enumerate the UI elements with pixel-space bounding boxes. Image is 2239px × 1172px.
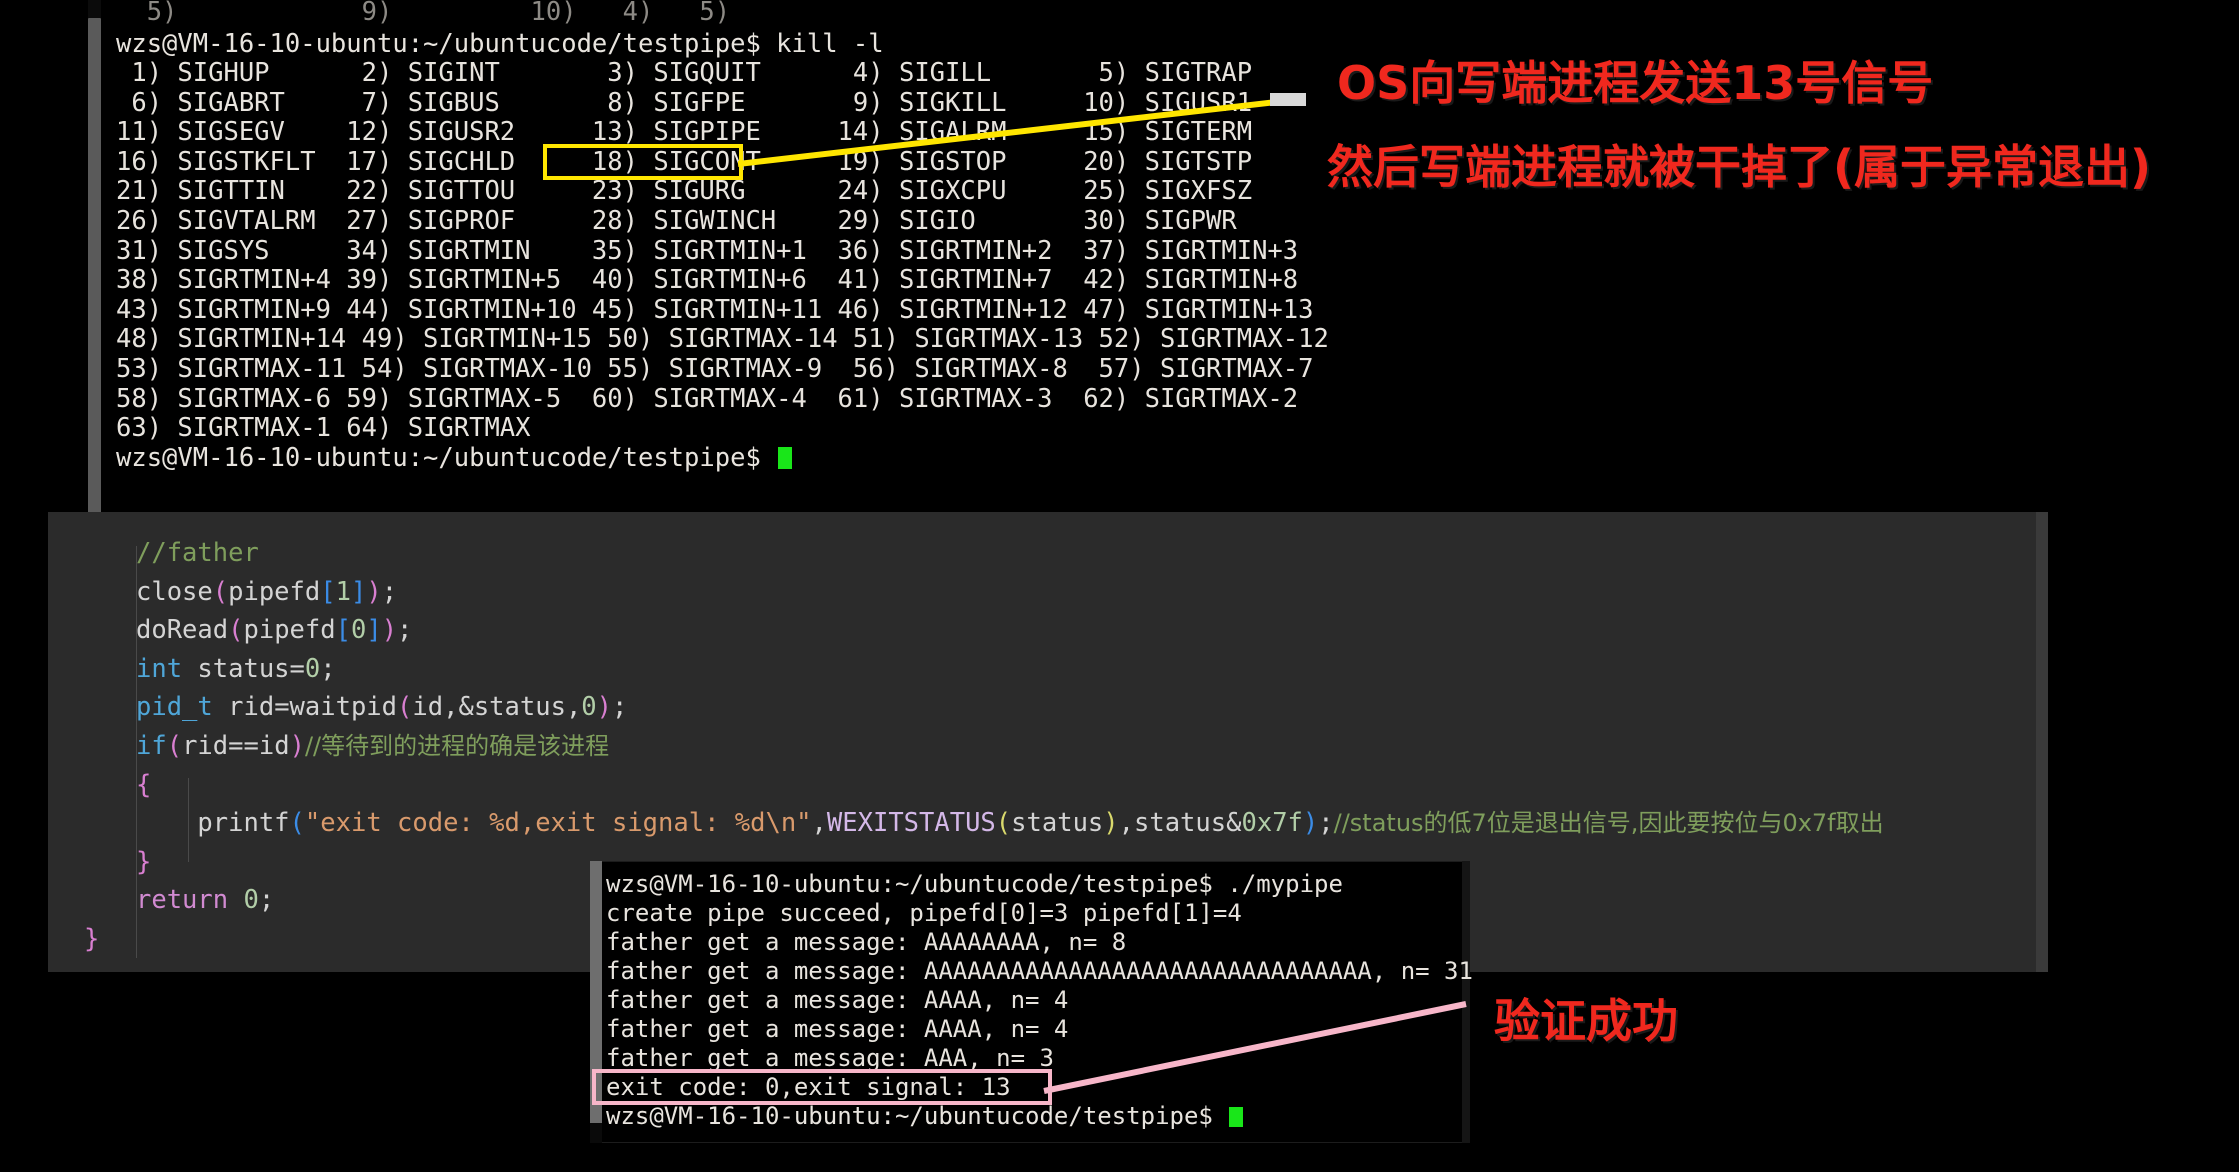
yellow-line-endcap	[1270, 93, 1306, 106]
pink-leader-line	[1043, 1001, 1467, 1094]
code-line[interactable]: //father	[136, 534, 1884, 573]
output-line: father get a message: AAAAAAAA, n= 8	[606, 928, 1127, 956]
sigpipe-highlight-box	[543, 144, 743, 180]
terminal-final-prompt-top: wzs@VM-16-10-ubuntu:~/ubuntucode/testpip…	[116, 443, 793, 474]
terminal-partial-line: 5) 9) 10) 4) 5)	[116, 0, 731, 27]
screenshot-root: 5) 9) 10) 4) 5) wzs@VM-16-10-ubuntu:~/ub…	[0, 0, 2239, 1172]
red-annotation-line-1: OS向写端进程发送13号信号	[1337, 56, 1934, 110]
output-line: father get a message: AAAAAAAAAAAAAAAAAA…	[606, 957, 1473, 985]
exit-code-highlight-box	[592, 1069, 1052, 1105]
terminal-cursor-top	[778, 447, 793, 469]
code-line[interactable]: if(rid==id)//等待到的进程的确是该进程	[136, 727, 1884, 766]
code-line[interactable]: pid_t rid=waitpid(id,&status,0);	[136, 688, 1884, 727]
code-line[interactable]: int status=0;	[136, 650, 1884, 689]
output-line: create pipe succeed, pipefd[0]=3 pipefd[…	[606, 899, 1242, 927]
output-line: wzs@VM-16-10-ubuntu:~/ubuntucode/testpip…	[606, 870, 1343, 898]
code-line[interactable]: close(pipefd[1]);	[136, 573, 1884, 612]
code-line[interactable]: {	[136, 766, 1884, 805]
editor-scrollbar[interactable]	[2036, 512, 2048, 972]
signal-list-terminal[interactable]: 5) 9) 10) 4) 5) wzs@VM-16-10-ubuntu:~/ub…	[0, 0, 2239, 512]
red-annotation-line-2: 然后写端进程就被干掉了(属于异常退出)	[1327, 140, 2152, 194]
red-annotation-verify-success: 验证成功	[1494, 994, 1678, 1048]
terminal-scrollbar-thumb[interactable]	[88, 18, 101, 512]
code-line[interactable]: printf("exit code: %d,exit signal: %d\n"…	[136, 804, 1883, 843]
terminal-signal-list: 1) SIGHUP 2) SIGINT 3) SIGQUIT 4) SIGILL…	[116, 58, 1329, 444]
terminal-prompt-kill-l: wzs@VM-16-10-ubuntu:~/ubuntucode/testpip…	[116, 29, 884, 59]
code-line[interactable]: doRead(pipefd[0]);	[136, 611, 1884, 650]
output-final-prompt: wzs@VM-16-10-ubuntu:~/ubuntucode/testpip…	[606, 1102, 1473, 1131]
